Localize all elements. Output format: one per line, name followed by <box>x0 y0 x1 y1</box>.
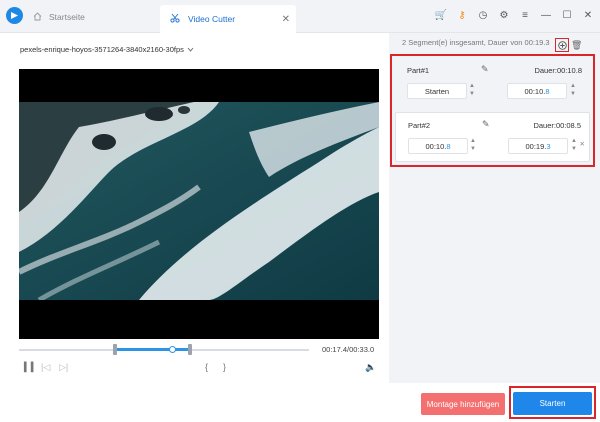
file-name: pexels-enrique-hoyos-3571264-3840x2160-3… <box>20 45 184 54</box>
segment-card-2[interactable]: Part#2 ✎ Dauer:00:08.5 00:10. 8 ▲ ▼ 00:19.… <box>395 112 590 162</box>
remove-segment-icon[interactable]: ✕ <box>580 140 585 148</box>
maximize-icon[interactable]: ☐ <box>561 8 573 22</box>
segment-title: Part#2 <box>408 121 431 130</box>
scissors-icon <box>170 13 180 25</box>
cart-icon[interactable]: 🛒 <box>435 8 447 22</box>
trim-handle-start[interactable] <box>112 344 117 355</box>
segment-end-stepper[interactable]: ▲ ▼ <box>570 137 578 153</box>
clock-icon[interactable]: ◷ <box>477 8 489 22</box>
play-icon[interactable]: ▍▍ <box>24 362 38 373</box>
gear-icon[interactable]: ⚙ <box>498 8 510 22</box>
app-logo-icon <box>6 7 23 24</box>
add-segment-icon[interactable] <box>555 38 569 52</box>
bracket-left-icon[interactable]: { <box>205 362 208 372</box>
bracket-right-icon[interactable]: } <box>223 362 226 372</box>
edit-icon[interactable]: ✎ <box>481 64 489 75</box>
volume-icon[interactable]: 🔈 <box>365 362 376 373</box>
timeline-selection <box>114 348 191 351</box>
key-icon[interactable]: ⚷ <box>456 8 468 22</box>
segment-duration: Dauer:00:08.5 <box>533 121 581 130</box>
segment-summary: 2 Segment(e) insgesamt, Dauer von 00:19.… <box>402 38 550 47</box>
edit-icon[interactable]: ✎ <box>482 119 490 130</box>
home-icon <box>33 11 42 23</box>
segment-end-field[interactable]: 00:10. 8 <box>507 83 567 99</box>
time-readout: 00:17.4/00:33.0 <box>322 345 375 354</box>
add-montage-button[interactable]: Montage hinzufügen <box>421 393 505 415</box>
trash-icon[interactable]: 🗑 <box>571 40 582 51</box>
minimize-icon[interactable]: — <box>540 8 552 22</box>
tab-video-cutter-label: Video Cutter <box>188 14 236 24</box>
player-controls: ▍▍ |◁ ▷| { } 🔈 <box>19 362 379 376</box>
segment-start-field[interactable]: Starten <box>407 83 467 99</box>
menu-icon[interactable]: ≡ <box>519 8 531 22</box>
start-button[interactable]: Starten <box>513 392 592 415</box>
tab-home-label: Startseite <box>49 12 85 22</box>
playhead[interactable] <box>168 346 176 353</box>
segment-start-stepper[interactable]: ▲ ▼ <box>468 82 476 98</box>
segment-start-field[interactable]: 00:10. 8 <box>408 138 468 154</box>
next-frame-icon[interactable]: ▷| <box>59 362 68 373</box>
segment-card-1[interactable]: Part#1 ✎ Dauer:00:10.8 Starten ▲ ▼ 00:10.… <box>395 58 590 108</box>
file-select[interactable]: pexels-enrique-hoyos-3571264-3840x2160-3… <box>20 45 194 54</box>
segment-title: Part#1 <box>407 66 430 75</box>
trim-handle-end[interactable] <box>188 344 193 355</box>
chevron-down-icon <box>187 45 194 54</box>
prev-frame-icon[interactable]: |◁ <box>41 362 50 373</box>
segment-end-stepper[interactable]: ▲ ▼ <box>569 82 577 98</box>
title-bar: Startseite Video Cutter ✕ 🛒 ⚷ ◷ ⚙ ≡ — ☐ … <box>0 0 600 33</box>
segment-duration: Dauer:00:10.8 <box>534 66 582 75</box>
video-preview <box>19 69 379 339</box>
video-frame <box>19 102 379 300</box>
window-close-icon[interactable]: ✕ <box>582 8 594 22</box>
segment-start-stepper[interactable]: ▲ ▼ <box>469 137 477 153</box>
tab-home[interactable]: Startseite <box>30 5 158 29</box>
tab-video-cutter[interactable]: Video Cutter ✕ <box>160 5 296 33</box>
timeline[interactable] <box>19 343 309 357</box>
close-icon[interactable]: ✕ <box>282 14 290 25</box>
segment-end-field[interactable]: 00:19. 3 <box>508 138 568 154</box>
